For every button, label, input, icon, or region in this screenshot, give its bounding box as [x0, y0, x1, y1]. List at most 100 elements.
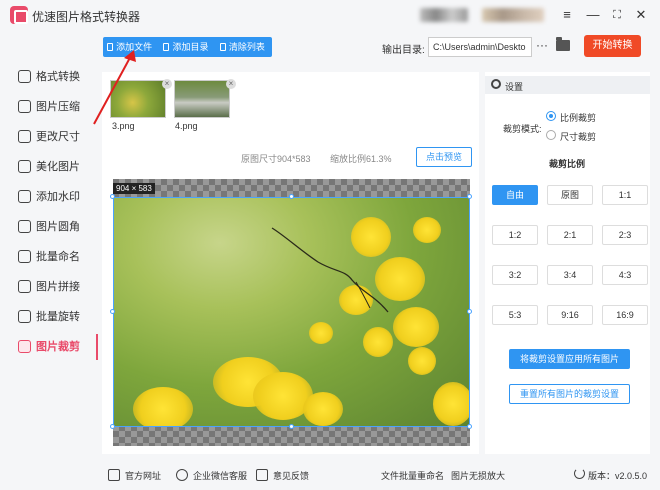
sidebar-item-beautify[interactable]: 美化图片 [0, 152, 98, 182]
crop-handle[interactable] [467, 309, 472, 314]
crop-handle[interactable] [110, 309, 115, 314]
output-dir-input[interactable]: C:\Users\admin\Deskto [428, 37, 532, 57]
apply-all-button[interactable]: 将裁剪设置应用所有图片 [509, 349, 630, 369]
crop-frame[interactable] [113, 197, 470, 427]
ratio-button-4-3[interactable]: 4:3 [602, 265, 648, 285]
version-text: 版本：v2.0.5.0 [588, 471, 648, 481]
remove-file-icon[interactable]: × [162, 79, 172, 89]
sidebar-item-label: 批量旋转 [36, 311, 80, 323]
crop-handle[interactable] [289, 194, 294, 199]
resize-icon [18, 130, 31, 143]
file-icon [107, 43, 113, 51]
sidebar-item-watermark[interactable]: 添加水印 [0, 182, 98, 212]
menu-icon[interactable]: ≡ [558, 6, 576, 24]
sidebar-item-format-convert[interactable]: 格式转换 [0, 62, 98, 92]
radio-ratio-crop[interactable] [546, 111, 556, 121]
user-avatar-blurred[interactable] [420, 8, 468, 22]
crop-handle[interactable] [110, 194, 115, 199]
clear-list-button[interactable]: 清除列表 [216, 37, 272, 57]
crop-mode-label: 裁剪模式: [503, 124, 542, 134]
title-bar: 优速图片格式转换器 ≡ — ⛶ ✕ [0, 0, 660, 30]
wechat-service-icon [176, 469, 188, 481]
feedback-link[interactable]: 意见反馈 [273, 469, 309, 482]
gear-icon [491, 79, 501, 89]
sidebar-item-label: 图片拼接 [36, 281, 80, 293]
upscale-link[interactable]: 图片无损放大 [451, 469, 505, 482]
wechat-service-link[interactable]: 企业微信客服 [193, 469, 247, 482]
maximize-button[interactable]: ⛶ [608, 6, 626, 24]
scale-text: 缩放比例61.3% [330, 154, 392, 164]
remove-file-icon[interactable]: × [226, 79, 236, 89]
format-convert-icon [18, 70, 31, 83]
trash-icon [219, 43, 226, 51]
settings-title: 设置 [505, 82, 524, 92]
ratio-button-5-3[interactable]: 5:3 [492, 305, 538, 325]
feedback-icon [256, 469, 268, 481]
close-button[interactable]: ✕ [632, 6, 650, 24]
rename-icon [18, 250, 31, 263]
batch-rename-link[interactable]: 文件批量重命名 [381, 469, 444, 482]
add-folder-label: 添加目录 [172, 42, 209, 52]
ratio-button-1-2[interactable]: 1:2 [492, 225, 538, 245]
sidebar-item-label: 图片裁剪 [36, 341, 80, 353]
sidebar: 格式转换 图片压缩 更改尺寸 美化图片 添加水印 图片圆角 批量命名 图片拼接 … [0, 62, 98, 362]
add-file-button[interactable]: 添加文件 [103, 37, 159, 57]
file-thumbnail[interactable] [110, 80, 166, 118]
folder-icon [163, 43, 170, 51]
radio-label: 比例裁剪 [560, 113, 597, 123]
clear-list-label: 清除列表 [228, 42, 265, 52]
sidebar-item-label: 更改尺寸 [36, 131, 80, 143]
sidebar-item-label: 批量命名 [36, 251, 80, 263]
open-folder-icon[interactable] [556, 37, 570, 51]
sidebar-item-label: 图片压缩 [36, 101, 80, 113]
stitch-icon [18, 280, 31, 293]
ratio-button-3-4[interactable]: 3:4 [547, 265, 593, 285]
ratio-button-1-1[interactable]: 1:1 [602, 185, 648, 205]
sidebar-item-label: 图片圆角 [36, 221, 80, 233]
ratio-button-9-16[interactable]: 9:16 [547, 305, 593, 325]
ratio-button-16-9[interactable]: 16:9 [602, 305, 648, 325]
beautify-icon [18, 160, 31, 173]
crop-handle[interactable] [467, 424, 472, 429]
sidebar-item-stitch[interactable]: 图片拼接 [0, 272, 98, 302]
start-convert-button[interactable]: 开始转换 [584, 35, 641, 57]
more-options-button[interactable]: ··· [536, 38, 548, 52]
ratio-button-3-2[interactable]: 3:2 [492, 265, 538, 285]
preview-button[interactable]: 点击预览 [416, 147, 472, 167]
ratio-button-original[interactable]: 原图 [547, 185, 593, 205]
sidebar-item-crop[interactable]: 图片裁剪 [0, 332, 98, 362]
ratio-button-2-3[interactable]: 2:3 [602, 225, 648, 245]
sidebar-item-round-corner[interactable]: 图片圆角 [0, 212, 98, 242]
crop-ratio-heading: 裁剪比例 [549, 159, 586, 169]
sidebar-item-rotate[interactable]: 批量旋转 [0, 302, 98, 332]
rotate-icon [18, 310, 31, 323]
user-info-blurred[interactable] [482, 8, 544, 22]
sidebar-item-label: 格式转换 [36, 71, 80, 83]
app-title: 优速图片格式转换器 [32, 10, 141, 24]
radio-size-crop[interactable] [546, 130, 556, 140]
original-size-text: 原图尺寸904*583 [241, 154, 311, 164]
compress-icon [18, 100, 31, 113]
sidebar-item-rename[interactable]: 批量命名 [0, 242, 98, 272]
file-name: 3.png [112, 121, 135, 131]
ratio-button-free[interactable]: 自由 [492, 185, 538, 205]
crop-handle[interactable] [467, 194, 472, 199]
add-file-label: 添加文件 [116, 42, 153, 52]
file-thumbnail[interactable] [174, 80, 230, 118]
update-icon[interactable] [574, 468, 585, 479]
website-link[interactable]: 官方网址 [125, 469, 161, 482]
round-corner-icon [18, 220, 31, 233]
add-folder-button[interactable]: 添加目录 [159, 37, 215, 57]
website-icon [108, 469, 120, 481]
reset-all-button[interactable]: 重置所有图片的裁剪设置 [509, 384, 630, 404]
crop-handle[interactable] [289, 424, 294, 429]
radio-label: 尺寸裁剪 [560, 132, 597, 142]
sidebar-item-resize[interactable]: 更改尺寸 [0, 122, 98, 152]
ratio-button-2-1[interactable]: 2:1 [547, 225, 593, 245]
sidebar-item-label: 添加水印 [36, 191, 80, 203]
minimize-button[interactable]: — [584, 6, 602, 24]
sidebar-item-compress[interactable]: 图片压缩 [0, 92, 98, 122]
app-logo-icon [10, 6, 28, 24]
file-toolbar: 添加文件 添加目录 清除列表 [103, 37, 272, 57]
crop-handle[interactable] [110, 424, 115, 429]
